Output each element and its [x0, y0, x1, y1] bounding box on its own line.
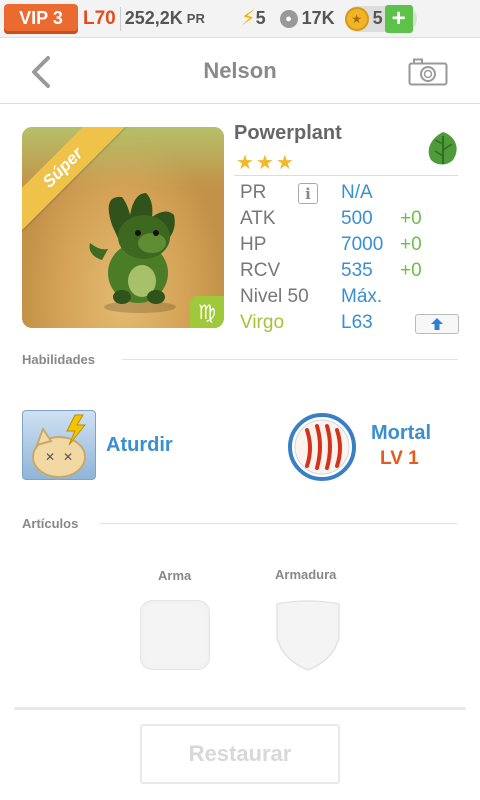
stat-value: Máx.	[341, 286, 383, 307]
weapon-slot[interactable]	[140, 600, 210, 670]
active-skill-name[interactable]: Aturdir	[106, 434, 173, 457]
stat-row-level: Nivel 50 Máx.	[240, 286, 460, 312]
stat-value: N/A	[341, 182, 373, 203]
monster-species: Powerplant	[234, 122, 342, 144]
svg-text:✕: ✕	[63, 450, 73, 464]
stat-value: 500	[341, 208, 373, 229]
energy-value: 5	[255, 8, 266, 28]
camera-icon[interactable]	[408, 58, 448, 86]
status-bar: VIP 3 L70 252,2K PR ⚡ 5 ● 17K ★ 5 +	[0, 0, 480, 38]
stat-bonus: +0	[400, 234, 422, 255]
page-header: Nelson	[0, 38, 480, 104]
upgrade-sign-button[interactable]	[415, 314, 459, 334]
coin-value: 5	[372, 8, 383, 28]
player-level: L70	[83, 7, 116, 29]
monster-image	[89, 193, 176, 313]
coin-counter[interactable]: ★ 5 +	[344, 4, 417, 33]
stun-icon-art: ✕ ✕	[32, 414, 87, 478]
section-label-skills: Habilidades	[22, 352, 95, 367]
armor-slot[interactable]	[273, 598, 343, 672]
power-rating: 252,2K	[124, 8, 183, 28]
star-rating: ★★★	[236, 152, 296, 174]
stat-label: PR	[240, 182, 267, 203]
info-icon[interactable]: i	[298, 183, 318, 204]
virgo-sign-icon: ♍	[190, 296, 224, 328]
stat-label: Nivel 50	[240, 286, 309, 307]
food-counter[interactable]: ● 17K	[279, 8, 335, 29]
stat-value: 7000	[341, 234, 384, 255]
stun-icon[interactable]: ✕ ✕	[22, 410, 96, 480]
lightning-icon: ⚡	[240, 7, 256, 30]
stat-label: RCV	[240, 260, 281, 281]
weapon-slot-label: Arma	[158, 568, 192, 583]
passive-skill-name[interactable]: Mortal	[371, 422, 431, 445]
add-coins-button[interactable]: +	[384, 4, 413, 33]
coin-icon: ★	[344, 6, 369, 31]
stat-row-hp: HP 7000 +0	[240, 234, 460, 260]
passive-skill-level: LV 1	[380, 448, 419, 469]
claw-icon[interactable]	[287, 412, 357, 482]
stat-bonus: +0	[400, 208, 422, 229]
stat-row-rcv: RCV 535 +0	[240, 260, 460, 286]
arrow-up-icon	[431, 318, 443, 330]
stat-label: ATK	[240, 208, 276, 229]
stat-row-atk: ATK 500 +0	[240, 208, 460, 234]
section-label-items: Artículos	[22, 516, 79, 531]
stat-value: 535	[341, 260, 373, 281]
armor-slot-label: Armadura	[275, 567, 337, 582]
monster-portrait[interactable]: Súper ♍	[22, 127, 224, 328]
food-value: 17K	[301, 8, 335, 28]
stat-row-sign: Virgo L63	[240, 312, 460, 338]
stat-row-pr: PR i N/A	[240, 182, 460, 208]
power-unit: PR	[186, 11, 205, 26]
leaf-icon	[428, 132, 457, 165]
stat-label: HP	[240, 234, 267, 255]
stat-value: L63	[341, 312, 373, 333]
energy-counter[interactable]: ⚡ 5	[241, 6, 266, 31]
divider	[119, 6, 121, 31]
divider	[234, 175, 458, 176]
stat-bonus: +0	[400, 260, 422, 281]
divider	[100, 523, 458, 524]
vip-badge[interactable]: VIP 3	[4, 3, 78, 34]
svg-text:✕: ✕	[45, 450, 55, 464]
restore-button[interactable]: Restaurar	[140, 724, 340, 784]
stat-label: Virgo	[240, 312, 285, 333]
divider	[14, 707, 466, 710]
paw-icon: ●	[279, 9, 298, 28]
divider	[122, 359, 458, 360]
